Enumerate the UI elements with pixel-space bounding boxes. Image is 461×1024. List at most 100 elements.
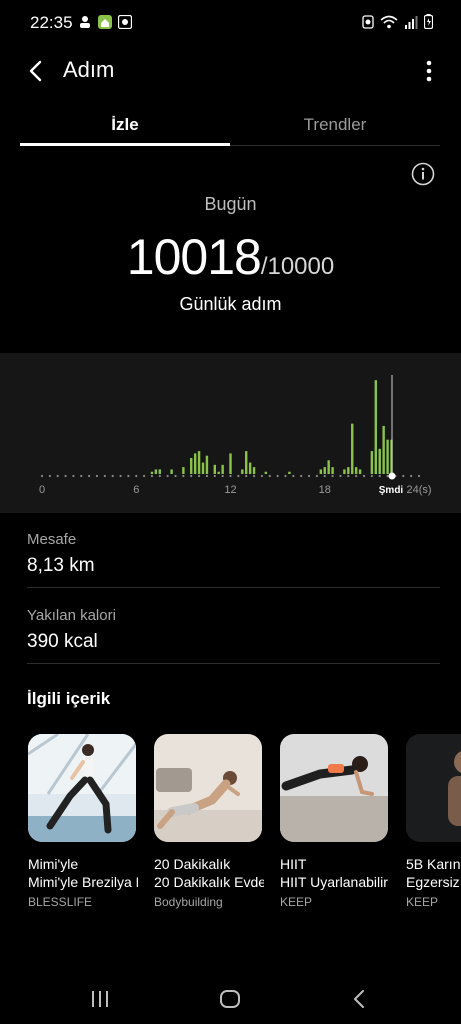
card-thumbnail (406, 734, 461, 842)
baseline-dot (190, 474, 193, 478)
baseline-dot (362, 474, 366, 478)
status-time: 22:35 (30, 13, 73, 32)
card-title: 20 Dakikalık20 Dakikalık Evde Karın H… (154, 856, 264, 890)
baseline-dot (237, 474, 240, 478)
chart-bar (217, 471, 220, 474)
baseline-dot (119, 474, 122, 478)
baseline-dot (64, 474, 67, 478)
calories-value: 390 kcal (27, 631, 98, 652)
baseline-dot (410, 474, 413, 478)
chart-bar (190, 457, 193, 474)
signal-icon (405, 15, 418, 29)
baseline-dot (417, 474, 421, 478)
tab-bar: İzle Trendler (20, 108, 441, 148)
app-bar: Adım (0, 50, 461, 92)
baseline-dot (268, 474, 271, 478)
baseline-dot (158, 474, 161, 478)
info-icon[interactable] (411, 162, 435, 186)
baseline-dot (386, 474, 389, 478)
lunge-workout-image (28, 734, 136, 842)
x-tick-label: 18 (319, 484, 331, 496)
chart-bar (245, 451, 248, 474)
baseline-dot (339, 474, 342, 478)
card-title: Mimi'yleMimi'yle Brezilya Kalç… (28, 856, 138, 890)
card-source: Bodybuilding (154, 895, 223, 909)
chart-bar (213, 464, 216, 474)
crunch-workout-image (154, 734, 262, 842)
status-bar: 22:35 (0, 0, 461, 46)
card-thumbnail (28, 734, 136, 842)
baseline-dot (197, 474, 201, 478)
baseline-dot (370, 474, 373, 478)
baseline-dot (48, 474, 51, 478)
back-icon[interactable] (348, 987, 372, 1011)
content-card[interactable]: HIITHIIT Uyarlanabilir … KEEP (280, 734, 390, 909)
chart-bar (193, 453, 197, 474)
baseline-dot (166, 474, 169, 478)
baseline-dot (150, 474, 154, 478)
chart-bar (229, 453, 232, 474)
x-tick-label: 6 (133, 484, 139, 496)
current-time-dot (388, 472, 396, 480)
baseline-dot (252, 474, 256, 478)
system-navigation-bar (0, 975, 461, 1024)
app-notification-icon (118, 15, 132, 29)
baseline-dot (229, 474, 232, 478)
day-label: Bugün (204, 194, 257, 214)
chart-bar (319, 469, 323, 474)
chart-bar (248, 462, 252, 474)
chart-bar (252, 467, 256, 474)
card-title: HIITHIIT Uyarlanabilir … (280, 856, 390, 890)
baseline-dot (307, 474, 311, 478)
divider (27, 663, 440, 664)
baseline-dot (284, 474, 287, 478)
chart-bar (158, 469, 162, 474)
chart-bar (331, 467, 334, 474)
chart-bar (358, 469, 362, 474)
baseline-dot (174, 474, 177, 478)
baseline-dot (127, 474, 130, 478)
card-source: BLESSLIFE (28, 895, 93, 909)
baseline-dot (315, 474, 318, 478)
chart-bar (170, 469, 173, 474)
content-card[interactable]: 20 Dakikalık20 Dakikalık Evde Karın H… B… (154, 734, 264, 909)
baseline-dot (213, 474, 216, 478)
content-card[interactable]: Mimi'yleMimi'yle Brezilya Kalç… BLESSLIF… (28, 734, 138, 909)
chart-bar (354, 467, 358, 474)
baseline-dot (135, 474, 138, 478)
baseline-dot (300, 474, 303, 478)
baseline-dot (88, 474, 91, 478)
hourly-steps-chart[interactable]: 0 6 12 18 Şmdi 24(s) (0, 353, 461, 513)
plank-workout-image (280, 734, 388, 842)
chart-bar (347, 467, 350, 474)
x-tick-label: 0 (39, 484, 45, 496)
more-options-icon[interactable] (419, 57, 439, 85)
calories-label: Yakılan kalori (27, 607, 116, 624)
baseline-dot (103, 474, 106, 478)
baseline-dot (245, 474, 248, 478)
home-app-icon (98, 15, 112, 29)
chart-bar (288, 471, 291, 474)
divider (27, 587, 440, 588)
baseline-dot (72, 474, 75, 478)
baseline-dot (56, 474, 59, 478)
chart-bar (201, 462, 205, 474)
related-content-carousel[interactable]: Mimi'yleMimi'yle Brezilya Kalç… BLESSLIF… (28, 734, 461, 924)
baseline-dot (355, 474, 358, 478)
chart-bar (197, 451, 201, 474)
chart-bar (351, 423, 354, 474)
chart-bar (182, 467, 185, 474)
now-label: Şmdi (379, 485, 404, 496)
baseline-dot (260, 474, 264, 478)
chart-bar (378, 448, 381, 474)
content-card[interactable]: 5B Karın Egzersiz KEEP (406, 734, 461, 909)
card-source: KEEP (280, 895, 313, 909)
back-arrow-icon[interactable] (22, 57, 50, 85)
recent-apps-icon[interactable] (88, 987, 112, 1011)
baseline-dot (378, 474, 381, 478)
baseline-dot (276, 474, 279, 478)
card-source: KEEP (406, 895, 439, 909)
home-icon[interactable] (218, 987, 242, 1011)
tab-izle[interactable]: İzle (20, 108, 230, 146)
tab-trendler[interactable]: Trendler (230, 108, 440, 146)
